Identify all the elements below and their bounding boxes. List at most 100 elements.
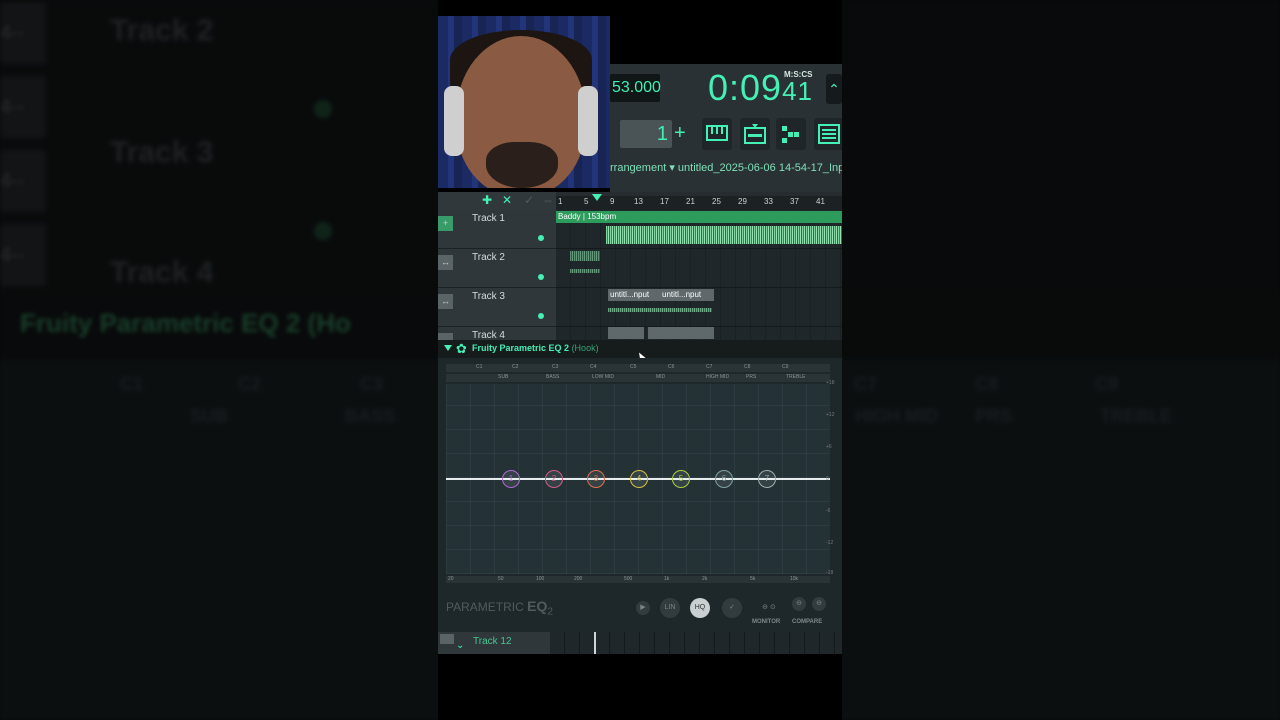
channel-rack-icon[interactable] (740, 118, 770, 150)
db-tick: +6 (826, 444, 832, 450)
headphone-left (444, 86, 464, 156)
lin-button[interactable]: LIN (660, 598, 680, 618)
track-name: Track 3 (472, 291, 505, 302)
freq-tick: 2k (702, 576, 708, 582)
video-frame: 53.000 0:09 4 1 M:S:CS ⌃ 1 + rrangement ▾ … (438, 0, 842, 720)
gear-icon[interactable]: ✿ (456, 341, 467, 357)
bar-number: 33 (764, 197, 773, 206)
chevron-down-icon[interactable]: ⌄ (456, 640, 464, 651)
link-icon[interactable]: ⇔ (542, 193, 554, 207)
freq-tick: 100 (536, 576, 545, 582)
eq-frequency-graph[interactable]: 1 2 3 4 5 6 7 (446, 384, 830, 574)
track-row-12[interactable]: ⌄ Track 12 (438, 632, 842, 654)
playhead-marker[interactable] (592, 194, 602, 201)
audio-clip[interactable]: untitl...nput (660, 289, 714, 301)
track-led[interactable] (538, 235, 544, 241)
freq-tick: 200 (574, 576, 583, 582)
channel-label: C2 (512, 364, 519, 370)
add-pattern-button[interactable]: + (674, 122, 686, 145)
playlist: ✚ ✕ ✓ ⇔ 1 5 9 13 17 21 25 29 33 37 41 + … (438, 192, 842, 366)
monitor-control[interactable]: ⊖ ⊙ (756, 598, 782, 618)
check-icon[interactable]: ✓ (524, 193, 534, 207)
freq-tick: 50 (498, 576, 504, 582)
eq-band-node[interactable]: 7 (758, 470, 776, 488)
track-lane-3[interactable]: untitl...nput untitl...nput (556, 288, 842, 327)
track-button[interactable]: ↔ (438, 294, 453, 309)
db-tick: -12 (826, 540, 834, 546)
track-header-12[interactable]: ⌄ Track 12 (438, 632, 550, 654)
eq-band-labels: SUB BASS LOW MID MID HIGH MID PRS TREBLE (446, 374, 830, 382)
bar-number: 17 (660, 197, 669, 206)
plugin-logo: PARAMETRIC EQ2 (446, 598, 553, 618)
midi-clip[interactable] (570, 269, 600, 273)
bar-number: 13 (634, 197, 643, 206)
add-icon[interactable]: ✚ (482, 193, 492, 207)
delete-icon[interactable]: ✕ (502, 193, 512, 207)
db-tick: -6 (826, 508, 831, 514)
bar-number: 21 (686, 197, 695, 206)
arrangement-breadcrumb[interactable]: rrangement ▾ untitled_2025-06-06 14-54-1… (610, 158, 842, 178)
headphone-right (578, 86, 598, 156)
compare-b-icon[interactable]: ⊖ (812, 597, 826, 611)
eq-band-node[interactable]: 2 (545, 470, 563, 488)
eq-band-node[interactable]: 3 (587, 470, 605, 488)
band-label: BASS (546, 374, 560, 380)
hq-button[interactable]: HQ (690, 598, 710, 618)
track-header-2[interactable]: ↔ Track 2 (438, 249, 556, 288)
midi-clip[interactable] (570, 251, 600, 261)
eq-footer: PARAMETRIC EQ2 ▶ LIN HQ ✓ ⊖ ⊙ MONITOR ⊖ … (438, 590, 842, 632)
channel-label: C3 (552, 364, 559, 370)
audio-clip[interactable]: Baddy | 153bpm (556, 211, 842, 223)
step-sequencer-icon[interactable] (776, 118, 806, 150)
band-label: HIGH MID (706, 374, 730, 380)
band-label: LOW MID (592, 374, 614, 380)
freq-tick: 5k (750, 576, 756, 582)
check-icon[interactable]: ✓ (722, 598, 742, 618)
piano-roll-icon[interactable] (702, 118, 732, 150)
track-button[interactable]: + (438, 216, 453, 231)
db-tick: +18 (826, 380, 835, 386)
collapse-icon[interactable] (444, 345, 452, 351)
plugin-title: Fruity Parametric EQ 2 (Hook) (472, 343, 599, 353)
track-lane-2[interactable] (556, 249, 842, 288)
bar-number: 1 (558, 197, 563, 206)
bar-number: 25 (712, 197, 721, 206)
project-name: untitled_2025-06-06 14-54-17_Inpu (677, 162, 842, 174)
time-format-label[interactable]: M:S:CS (784, 70, 812, 79)
channel-label: C8 (744, 364, 751, 370)
eq-band-node[interactable]: 1 (502, 470, 520, 488)
chevron-down-icon[interactable]: ▾ (669, 162, 675, 174)
audio-waveform (606, 226, 842, 244)
monitor-label: MONITOR (752, 619, 781, 625)
track-name: Track 2 (472, 252, 505, 263)
track-name: Track 12 (473, 636, 512, 647)
track-button[interactable]: ↔ (438, 255, 453, 270)
track-lane-12[interactable] (550, 632, 842, 654)
eq-band-node[interactable]: 4 (630, 470, 648, 488)
pattern-selector[interactable]: 1 (620, 120, 672, 148)
channel-label: C7 (706, 364, 713, 370)
track-header-3[interactable]: ↔ Track 3 (438, 288, 556, 327)
audio-clip[interactable] (608, 327, 644, 339)
track-led[interactable] (538, 274, 544, 280)
audio-clip[interactable]: untitl...nput (608, 289, 662, 301)
band-label: SUB (498, 374, 509, 380)
compare-a-icon[interactable]: ⊖ (792, 597, 806, 611)
track-led[interactable] (538, 313, 544, 319)
oscilloscope-icon[interactable]: ⌃ (826, 74, 842, 104)
freq-tick: 1k (664, 576, 670, 582)
mixer-icon[interactable] (814, 118, 842, 150)
track-header-1[interactable]: + Track 1 (438, 210, 556, 249)
track-lane-1[interactable]: Baddy | 153bpm (556, 210, 842, 249)
time-main: 0:09 (708, 67, 783, 108)
tempo-display[interactable]: 53.000 (610, 74, 661, 102)
audio-clip[interactable] (648, 327, 714, 339)
band-label: TREBLE (786, 374, 806, 380)
play-icon[interactable]: ▶ (636, 601, 650, 615)
bar-number: 9 (610, 197, 615, 206)
track-button[interactable] (440, 634, 454, 644)
eq-band-node[interactable]: 6 (715, 470, 733, 488)
freq-tick: 10k (790, 576, 799, 582)
eq-band-node[interactable]: 5 (672, 470, 690, 488)
playlist-tools: ✚ ✕ ✓ ⇔ (438, 192, 556, 210)
